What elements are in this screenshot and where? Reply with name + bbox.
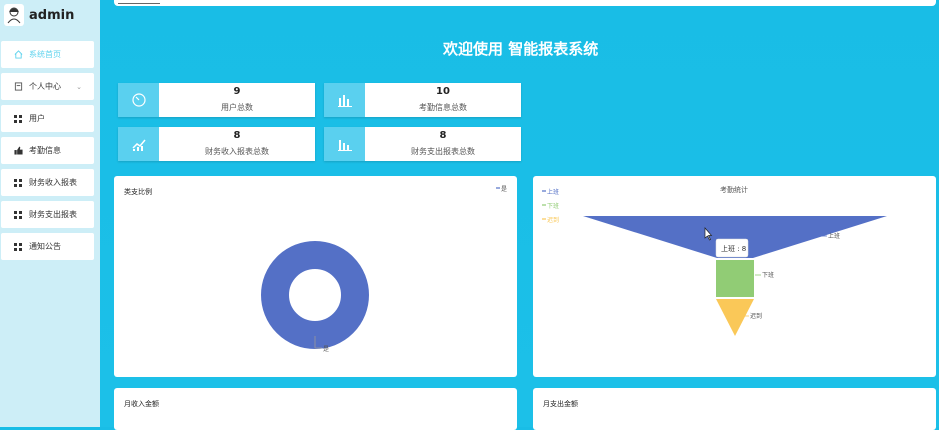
funnel-label: 迟到 [750,312,762,320]
user-header: admin [4,4,74,26]
grid-icon [13,210,23,220]
sidebar-item-attendance[interactable]: 考勤信息 [1,137,94,164]
donut-chart: 是 是 [261,186,507,353]
sidebar-item-label: 通知公告 [29,242,61,251]
grid-icon [13,178,23,188]
stat-card-attendance[interactable]: 10 考勤信息总数 [324,83,521,117]
legend-label: 是 [501,186,507,193]
chart-title: 考勤统计 [720,185,748,194]
sidebar-item-label: 财务支出报表 [29,210,77,219]
stat-value: 8 [233,130,241,141]
donut-legend[interactable]: 是 [496,186,507,193]
stat-value: 10 [436,86,450,97]
funnel-segment-1[interactable] [716,260,754,297]
stat-label: 用户总数 [221,103,253,112]
stat-value: 9 [233,86,241,97]
watermark: CSDN @QQ1963288475 [737,402,895,417]
bar-chart-icon [324,127,365,161]
slice-label: 是 [323,346,329,353]
funnel-legend[interactable]: 上班 下班 迟到 [542,188,559,224]
funnel-chart: 考勤统计 上班 下班 迟到 上班 下班 迟到 上班 : 8 [542,185,887,336]
funnel-label: 上班 [828,232,840,240]
chart-tooltip: 上班 : 8 [715,238,749,258]
tooltip-text: 上班 : 8 [721,244,746,253]
document-icon [13,82,23,92]
sidebar-item-label: 系统首页 [29,50,61,59]
funnel-label: 下班 [762,271,774,279]
chevron-down-icon: ⌄ [76,82,82,91]
sidebar-item-profile[interactable]: 个人中心 ⌄ [1,73,94,100]
username: admin [29,7,75,23]
sidebar-item-income-report[interactable]: 财务收入报表 [1,169,94,196]
bar-chart-icon [324,83,365,117]
page-title: 欢迎使用 智能报表系统 [443,40,599,58]
income-chart-panel: 月收入金额 [114,388,517,430]
chart-title: 月收入金额 [124,400,159,408]
sidebar: admin 系统首页 个人中心 ⌄ 用户 考勤信息 财务收入报表 财务支出报表 … [0,0,100,427]
grid-icon [13,242,23,252]
timer-icon [118,83,159,117]
funnel-segment-2[interactable] [716,299,754,336]
stat-label: 财务收入报表总数 [205,147,269,156]
sidebar-item-label: 财务收入报表 [29,178,77,187]
sidebar-item-label: 个人中心 [29,82,61,91]
sidebar-item-label: 用户 [29,114,45,123]
home-icon [13,50,23,60]
funnel-chart-panel: 考勤统计 上班 下班 迟到 上班 下班 迟到 上班 : 8 [533,176,936,377]
trend-up-icon [118,127,159,161]
avatar[interactable] [4,4,24,26]
grid-icon [13,114,23,124]
breadcrumb[interactable] [118,0,160,4]
legend-label: 下班 [547,202,559,210]
stat-value: 8 [439,130,447,141]
stat-card-users[interactable]: 9 用户总数 [118,83,315,117]
sidebar-item-home[interactable]: 系统首页 [1,41,94,68]
stat-label: 财务支出报表总数 [411,147,475,156]
stat-card-income[interactable]: 8 财务收入报表总数 [118,127,315,161]
sidebar-item-expense-report[interactable]: 财务支出报表 [1,201,94,228]
donut-slice[interactable] [261,241,369,349]
sidebar-item-notices[interactable]: 通知公告 [1,233,94,260]
stat-card-expense[interactable]: 8 财务支出报表总数 [324,127,521,161]
top-bar [114,0,936,6]
legend-label: 迟到 [547,216,559,224]
sidebar-item-users[interactable]: 用户 [1,105,94,132]
sidebar-item-label: 考勤信息 [29,146,61,155]
donut-chart-panel: 类支比例 是 是 [114,176,517,377]
thumbs-up-icon [13,146,23,156]
chart-title: 月支出金额 [543,400,578,408]
stat-label: 考勤信息总数 [419,103,467,112]
legend-label: 上班 [547,188,559,196]
